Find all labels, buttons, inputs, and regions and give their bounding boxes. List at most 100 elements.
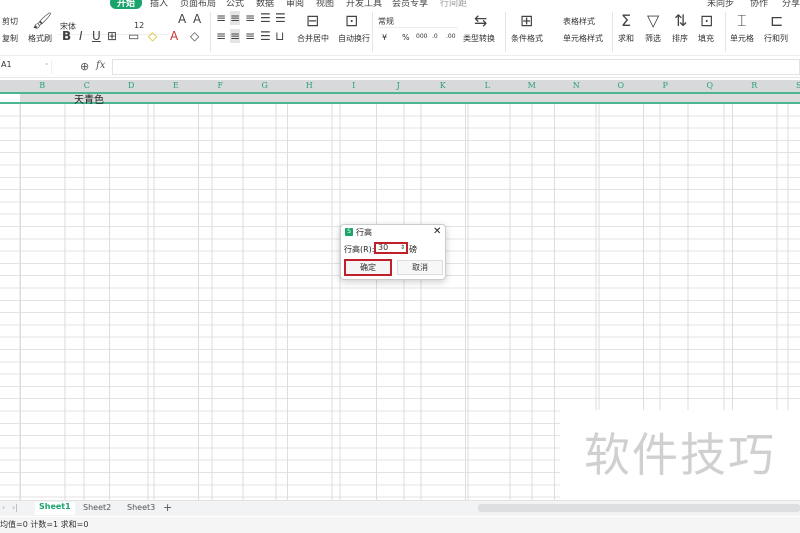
prev-sheet-icon[interactable]: ›: [2, 503, 5, 512]
indent-increase-icon[interactable]: ☰: [275, 11, 286, 25]
menu-page-layout[interactable]: 页面布局: [180, 0, 216, 9]
column-header-r[interactable]: R: [732, 80, 777, 92]
cell-c1[interactable]: 天青色: [74, 91, 104, 106]
cut-button[interactable]: 剪切: [2, 16, 18, 27]
distribute-icon[interactable]: ⊔: [275, 29, 284, 43]
menu-formula[interactable]: 公式: [226, 0, 244, 9]
sheet-tab-1[interactable]: Sheet1: [35, 502, 75, 515]
wrap-text-button[interactable]: 自动换行: [338, 33, 370, 44]
dialog-title: 行高: [356, 228, 372, 237]
menu-view[interactable]: 视图: [316, 0, 334, 9]
column-header-j[interactable]: J: [376, 80, 421, 92]
menu-member[interactable]: 会员专享: [392, 0, 428, 9]
decimal-decrease-button[interactable]: .00: [446, 33, 456, 40]
filter-icon: ▽: [647, 11, 660, 30]
thousands-button[interactable]: 000: [416, 33, 427, 40]
menu-insert[interactable]: 插入: [150, 0, 168, 9]
sum-button[interactable]: 求和: [618, 33, 634, 44]
last-sheet-icon[interactable]: ›|: [12, 503, 18, 512]
currency-button[interactable]: ¥: [382, 33, 387, 42]
align-left-icon[interactable]: ≡: [216, 29, 226, 43]
indent-decrease-icon[interactable]: ☰: [260, 11, 271, 25]
add-sheet-button[interactable]: +: [163, 501, 172, 514]
close-icon[interactable]: ✕: [433, 226, 441, 237]
rowcol-icon: ⊏: [770, 11, 784, 30]
column-header-p[interactable]: P: [643, 80, 688, 92]
menu-review[interactable]: 审阅: [286, 0, 304, 9]
row-col-button[interactable]: 行和列: [764, 33, 788, 44]
menu-data[interactable]: 数据: [256, 0, 274, 9]
column-header-f[interactable]: F: [198, 80, 243, 92]
align-center-icon[interactable]: ≡: [230, 29, 241, 43]
column-header-b[interactable]: B: [20, 80, 65, 92]
clear-icon[interactable]: ◇: [190, 29, 199, 43]
zoom-icon[interactable]: ⊕: [80, 60, 89, 73]
column-header-k[interactable]: K: [421, 80, 466, 92]
horizontal-scrollbar[interactable]: [478, 504, 800, 512]
row-height-value: 30: [378, 243, 389, 252]
fill-shape-icon[interactable]: ▭: [128, 29, 139, 43]
fill-button[interactable]: 填充: [698, 33, 714, 44]
fx-button[interactable]: fx: [96, 60, 105, 71]
fill-color-icon[interactable]: ◇: [148, 29, 157, 43]
column-header-e[interactable]: E: [154, 80, 199, 92]
sheet-tab-2[interactable]: Sheet2: [83, 503, 111, 512]
row-height-input[interactable]: 30 ⇕: [374, 242, 408, 254]
spinner-icon[interactable]: ⇕: [400, 244, 405, 252]
table-style-button[interactable]: 表格样式: [563, 16, 595, 27]
justify-icon[interactable]: ☰: [260, 29, 271, 43]
formula-input[interactable]: [112, 59, 800, 75]
menu-developer[interactable]: 开发工具: [346, 0, 382, 9]
border-icon[interactable]: ⊞: [107, 29, 117, 43]
align-bottom-icon[interactable]: ≡: [245, 11, 255, 25]
column-header-n[interactable]: N: [554, 80, 599, 92]
menu-home[interactable]: 开始: [110, 0, 143, 9]
align-right-icon[interactable]: ≡: [245, 29, 255, 43]
align-top-icon[interactable]: ≡: [216, 11, 226, 25]
row-1-selected[interactable]: [0, 92, 800, 104]
cell-style-button[interactable]: 单元格样式: [563, 33, 603, 44]
column-header-i[interactable]: I: [332, 80, 377, 92]
cond-format-button[interactable]: 条件格式: [511, 33, 543, 44]
column-header-h[interactable]: H: [287, 80, 332, 92]
name-box[interactable]: A1 ·: [0, 60, 52, 74]
app-icon: S: [345, 228, 353, 236]
font-shrink-icon[interactable]: A: [193, 12, 201, 26]
number-format-select[interactable]: 常规: [378, 16, 458, 28]
column-header-m[interactable]: M: [510, 80, 555, 92]
column-header-d[interactable]: D: [109, 80, 154, 92]
ok-button[interactable]: 确定: [344, 259, 392, 276]
column-header-s[interactable]: S: [777, 80, 800, 92]
cancel-button[interactable]: 取消: [397, 260, 443, 275]
filter-button[interactable]: 筛选: [645, 33, 661, 44]
fill-icon: ⊡: [700, 11, 714, 30]
unit-select[interactable]: 磅: [409, 244, 417, 255]
column-header-q[interactable]: Q: [688, 80, 733, 92]
wrap-icon: ⊡: [345, 11, 359, 30]
column-header-g[interactable]: G: [243, 80, 288, 92]
align-middle-icon[interactable]: ≡: [230, 11, 241, 25]
italic-button[interactable]: I: [79, 29, 83, 43]
percent-button[interactable]: %: [402, 33, 410, 42]
column-header-o[interactable]: O: [599, 80, 644, 92]
font-color-icon[interactable]: A: [170, 29, 178, 43]
collab-button[interactable]: 协作: [750, 0, 768, 9]
type-convert-button[interactable]: 类型转换: [463, 33, 495, 44]
sort-button[interactable]: 排序: [672, 33, 688, 44]
column-header: BCDEFGHIJKLMNOPQRS: [0, 80, 800, 92]
cond-format-icon: ⊞: [520, 11, 534, 30]
cell-button[interactable]: 单元格: [730, 33, 754, 44]
font-grow-icon[interactable]: A: [178, 12, 186, 26]
search-box[interactable]: 行间距: [440, 0, 467, 9]
underline-button[interactable]: U: [92, 29, 101, 43]
share-button[interactable]: 分享: [782, 0, 800, 9]
copy-button[interactable]: 复制: [2, 33, 18, 44]
column-header-l[interactable]: L: [465, 80, 510, 92]
format-painter-button[interactable]: 格式刷: [28, 33, 52, 44]
row-height-dialog: S 行高 ✕ 行高(R): 30 ⇕ 磅 确定 取消: [340, 224, 446, 280]
merge-center-button[interactable]: 合并居中: [297, 33, 329, 44]
decimal-increase-button[interactable]: .0: [432, 33, 438, 40]
sheet-tab-3[interactable]: Sheet3: [127, 503, 155, 512]
sync-status[interactable]: 未同步: [707, 0, 734, 9]
bold-button[interactable]: B: [62, 29, 71, 43]
